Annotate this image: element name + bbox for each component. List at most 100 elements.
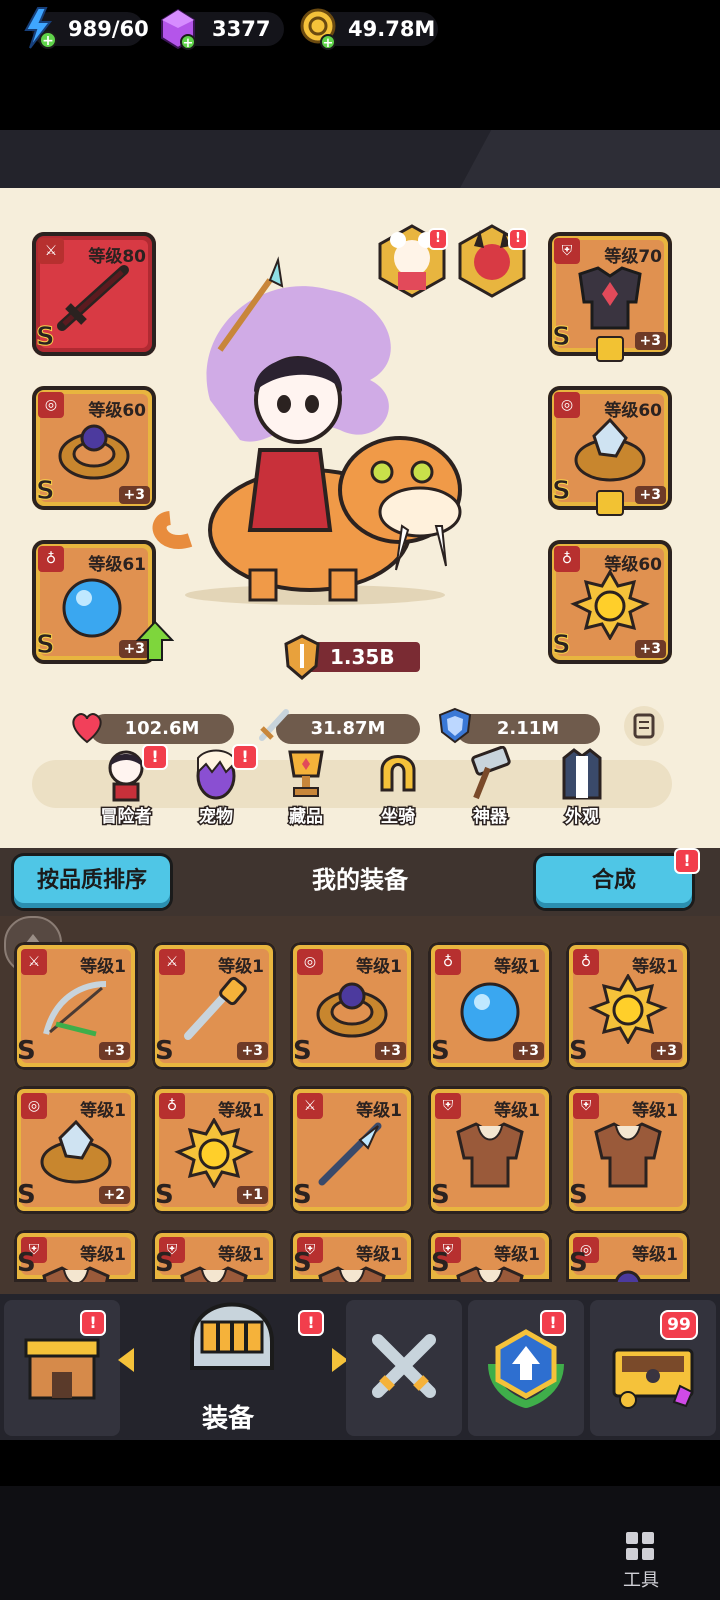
equip-slot-weapon[interactable]: ⚔ 等级80 S [32, 232, 156, 356]
equip-slot-ring-right[interactable]: ◎ 等级60 S +3 [548, 386, 672, 516]
svg-text:+: + [42, 33, 54, 49]
inventory-item[interactable]: ♁ 等级1 S +3 [566, 942, 690, 1070]
equip-slot-necklace-right[interactable]: ♁ 等级60 S +3 [548, 540, 672, 664]
equip-slot-armor[interactable]: ⛨ 等级70 S +3 [548, 232, 672, 362]
hammer-icon [471, 746, 511, 800]
horseshoe-icon [380, 755, 416, 792]
inventory-item[interactable]: ⚔ 等级1 S [290, 1086, 414, 1214]
inventory-item[interactable]: ◎ 等级1 S +2 [14, 1086, 138, 1214]
item-plus: +3 [512, 1042, 544, 1060]
defense-value: 2.11M [496, 718, 560, 739]
item-grade: S [293, 1180, 312, 1210]
ring-slot-icon: ◎ [38, 392, 64, 418]
knight-helmet-icon [190, 1302, 274, 1370]
chest-count: 99 [667, 1315, 691, 1335]
stats-detail-button[interactable] [624, 706, 664, 746]
shield-icon [438, 707, 472, 744]
item-grade: S [431, 1248, 450, 1278]
inventory-item[interactable]: ⛨ 等级1 S [428, 1086, 552, 1214]
grade-label: S [552, 630, 572, 661]
staff-icon [184, 976, 247, 1040]
heart-icon [72, 713, 102, 744]
gem-counter[interactable]: + 3377 [161, 8, 284, 50]
armor-icon [42, 1266, 110, 1282]
gold-counter[interactable]: + 49.78M [300, 8, 438, 50]
item-grade: S [155, 1036, 174, 1066]
item-type-icon: ⚔ [297, 1093, 323, 1119]
shop-icon [24, 1338, 100, 1400]
armor-icon [456, 1266, 524, 1282]
menu-label: 冒险者 [99, 806, 153, 829]
nav-shop[interactable]: ! [4, 1300, 120, 1436]
chevron-left-icon [118, 1348, 134, 1372]
nav-upgrade[interactable]: ! [468, 1300, 584, 1436]
inventory-item[interactable]: ◎ 等级1 S +3 [290, 942, 414, 1070]
item-type-icon: ◎ [297, 949, 323, 975]
tools-button[interactable]: 工具 [616, 1530, 666, 1596]
attack-stat: 31.87M [276, 714, 420, 744]
plus-label: +3 [634, 640, 666, 658]
item-plus: +1 [236, 1186, 268, 1204]
trophy-icon [288, 750, 324, 797]
equip-slot-ring-left[interactable]: ◎ 等级60 S +3 [32, 386, 156, 510]
plus-label: +3 [634, 332, 666, 350]
item-plus: +3 [374, 1042, 406, 1060]
plus-label: +3 [634, 486, 666, 504]
inventory-item[interactable]: ⛨ 等级1 S [428, 1230, 552, 1282]
inventory-item[interactable]: ⛨ 等级1 S [566, 1086, 690, 1214]
item-grade: S [569, 1036, 588, 1066]
item-plus: +2 [98, 1186, 130, 1204]
medal-icon [588, 974, 668, 1044]
item-grade: S [293, 1036, 312, 1066]
sort-by-quality-button[interactable]: 按品质排序 [14, 856, 170, 908]
list-detail-icon [633, 713, 655, 739]
menu-label: 神器 [472, 806, 509, 829]
inventory-item[interactable]: ♁ 等级1 S +3 [428, 942, 552, 1070]
energy-counter[interactable]: + 989/60 [24, 7, 149, 49]
orb-icon [460, 982, 520, 1042]
crossed-swords-icon [372, 1334, 436, 1398]
outfit-icon [562, 748, 602, 800]
menu-badge: ! [142, 744, 168, 770]
energy-value: 989/60 [68, 17, 149, 41]
item-grade: S [431, 1180, 450, 1210]
merge-button[interactable]: 合成 [536, 856, 692, 908]
menu-badge: ! [232, 744, 258, 770]
gem-value: 3377 [212, 17, 271, 41]
dark-armor-icon [578, 266, 642, 330]
item-type-icon: ⚔ [159, 949, 185, 975]
ring-icon [316, 982, 388, 1038]
nav-battle[interactable] [346, 1300, 462, 1436]
inventory-item[interactable]: ⚔ 等级1 S +3 [152, 942, 276, 1070]
inventory-item[interactable]: ◎ 等级1 S [566, 1230, 690, 1282]
item-plus: +3 [650, 1042, 682, 1060]
nav-chest[interactable]: 99 [590, 1300, 716, 1436]
inventory-item[interactable]: ♁ 等级1 S +1 [152, 1086, 276, 1214]
inventory-item[interactable]: ⛨ 等级1 S [14, 1230, 138, 1282]
sword-slot-icon: ⚔ [38, 238, 64, 264]
chest-count-badge: 99 [660, 1310, 698, 1340]
nav-equipment-active[interactable]: ! 装备 [118, 1296, 348, 1440]
item-type-icon: ♁ [159, 1093, 185, 1119]
lock-icon [596, 490, 624, 516]
inventory-item[interactable]: ⚔ 等级1 S +3 [14, 942, 138, 1070]
upgrade-arrow-icon[interactable] [136, 620, 174, 662]
upgrade-badge: ! [540, 1310, 566, 1336]
inventory-item[interactable]: ⛨ 等级1 S [152, 1230, 276, 1282]
power-shield-icon [284, 634, 320, 680]
item-type-icon: ♁ [573, 949, 599, 975]
inventory-item[interactable]: ⛨ 等级1 S [290, 1230, 414, 1282]
svg-text:+: + [183, 36, 194, 50]
blue-orb-icon [62, 578, 122, 638]
menu-label: 宠物 [198, 806, 235, 829]
lock-icon [596, 336, 624, 362]
armor-icon [456, 1122, 524, 1188]
bow-icon [43, 981, 107, 1037]
item-type-icon: ♁ [435, 949, 461, 975]
hp-value: 102.6M [124, 718, 200, 739]
spear-icon [318, 1122, 382, 1186]
menu-label: 外观 [564, 806, 601, 829]
attack-value: 31.87M [310, 718, 386, 739]
crystal-ring-icon [40, 1119, 112, 1184]
companion-alert-badge: ! [428, 228, 448, 250]
